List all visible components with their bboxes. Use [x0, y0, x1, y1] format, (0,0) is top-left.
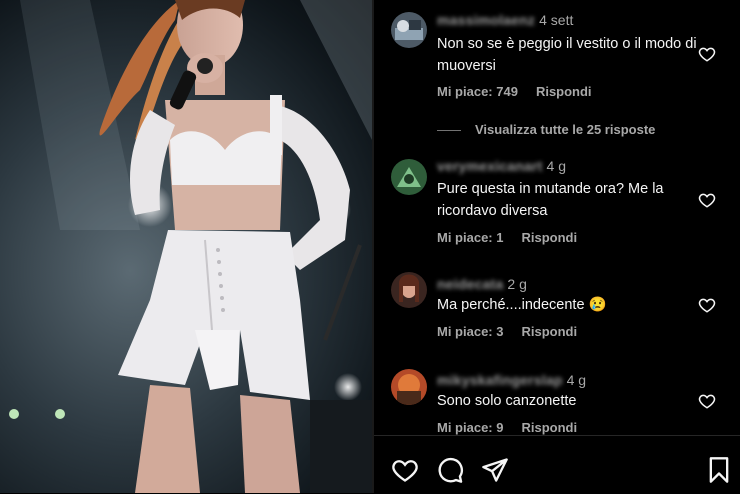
username-link[interactable]: verymexicanart	[437, 158, 543, 174]
likes-count[interactable]: Mi piace: 3	[437, 324, 503, 339]
comment-time: 4 g	[546, 158, 567, 174]
comment-meta: Mi piace: 9 Rispondi	[437, 420, 577, 435]
comment-time: 2 g	[507, 276, 527, 292]
reply-button[interactable]: Rispondi	[521, 420, 577, 435]
comment-meta: Mi piace: 749 Rispondi	[437, 84, 592, 99]
avatar[interactable]	[391, 369, 427, 405]
avatar-image	[391, 369, 427, 405]
comment-text: Non so se è peggio il vestito o il modo …	[437, 36, 697, 74]
likes-count[interactable]: Mi piace: 749	[437, 84, 518, 99]
view-replies-button[interactable]: Visualizza tutte le 25 risposte	[437, 122, 655, 137]
comment-text: Ma perché....indecente 😢	[437, 297, 607, 313]
comment-text: Sono solo canzonette	[437, 393, 577, 409]
likes-count[interactable]: Mi piace: 1	[437, 230, 503, 245]
comments-panel: massimolaenz 4 sett Non so se è peggio il…	[374, 0, 740, 493]
like-heart-icon[interactable]	[698, 392, 716, 410]
username-link[interactable]: mikyskafingerslap	[437, 372, 563, 388]
likes-count[interactable]: Mi piace: 9	[437, 420, 503, 435]
comment-header: verymexicanart 4 g	[437, 158, 566, 174]
reply-button[interactable]: Rispondi	[536, 84, 592, 99]
heart-icon[interactable]	[391, 456, 419, 484]
avatar[interactable]	[391, 12, 427, 48]
reply-button[interactable]: Rispondi	[521, 324, 577, 339]
share-icon[interactable]	[481, 456, 509, 484]
comment-time: 4 g	[566, 372, 587, 388]
username-link[interactable]: neidecata	[437, 276, 503, 292]
reply-button[interactable]: Rispondi	[521, 230, 577, 245]
comment-meta: Mi piace: 3 Rispondi	[437, 324, 577, 339]
avatar-image	[391, 159, 427, 195]
comment-text: Pure questa in mutande ora? Me la ricord…	[437, 181, 664, 219]
avatar-image	[391, 12, 427, 48]
comment-icon[interactable]	[436, 456, 464, 484]
post-action-bar	[374, 435, 740, 494]
replies-line	[437, 130, 461, 132]
bookmark-icon[interactable]	[705, 456, 733, 484]
comment-time: 4 sett	[539, 12, 574, 28]
avatar[interactable]	[391, 272, 427, 308]
like-heart-icon[interactable]	[698, 191, 716, 209]
like-heart-icon[interactable]	[698, 45, 716, 63]
comment-header: massimolaenz 4 sett	[437, 12, 573, 28]
avatar[interactable]	[391, 159, 427, 195]
post-photo[interactable]	[0, 0, 372, 493]
comment-meta: Mi piace: 1 Rispondi	[437, 230, 577, 245]
view-replies-label: Visualizza tutte le 25 risposte	[475, 122, 656, 137]
comment-header: neidecata 2 g	[437, 276, 527, 292]
comment-header: mikyskafingerslap 4 g	[437, 372, 586, 388]
like-heart-icon[interactable]	[698, 296, 716, 314]
username-link[interactable]: massimolaenz	[437, 12, 535, 28]
avatar-image	[391, 272, 427, 308]
concert-photo	[9, 0, 372, 493]
